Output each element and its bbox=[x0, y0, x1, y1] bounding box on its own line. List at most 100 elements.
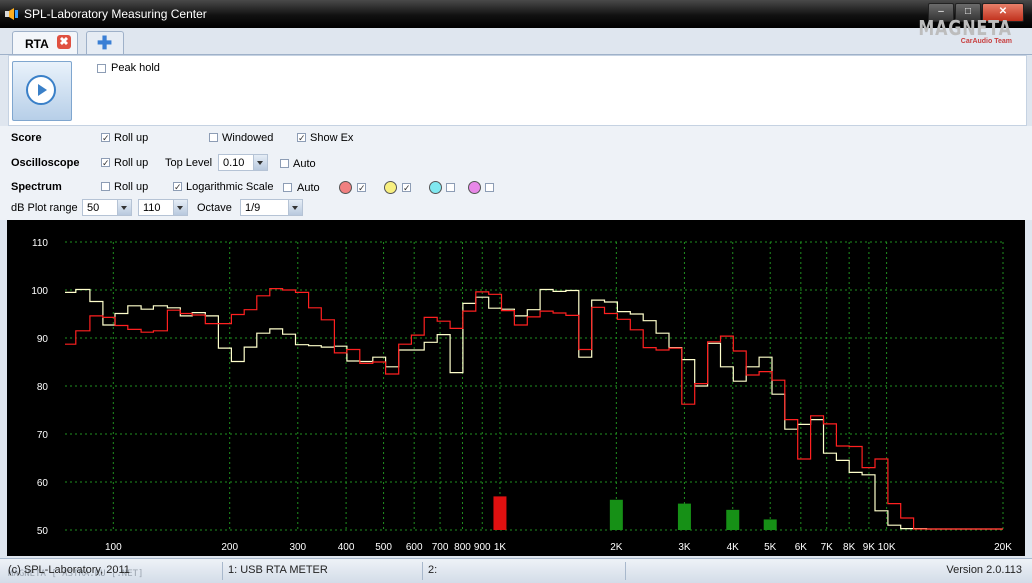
score-rollup-label: Roll up bbox=[114, 132, 149, 144]
octave-select[interactable]: 1/9 bbox=[240, 199, 303, 216]
x-tick-label: 600 bbox=[406, 542, 423, 553]
y-tick-label: 90 bbox=[37, 334, 49, 345]
chevron-down-icon bbox=[173, 200, 187, 215]
x-tick-label: 20K bbox=[994, 542, 1012, 553]
chevron-down-icon bbox=[288, 200, 302, 215]
octave-label: Octave bbox=[197, 202, 232, 214]
x-tick-label: 700 bbox=[432, 542, 449, 553]
log-scale-label: Logarithmic Scale bbox=[186, 181, 274, 193]
brand-logo: MAGNETA CarAudio Team bbox=[895, 18, 1012, 45]
log-scale-checkbox[interactable]: ✓ bbox=[173, 182, 182, 192]
play-icon bbox=[26, 75, 56, 105]
indicator-bar bbox=[677, 503, 691, 530]
close-icon[interactable]: ✖ bbox=[57, 35, 71, 49]
logo-brand: MAGNETA bbox=[918, 16, 1012, 40]
x-tick-label: 300 bbox=[289, 542, 306, 553]
status-bar: MAGNETA [ ASTRA.RU [.NET] (c) SPL-Labora… bbox=[0, 558, 1032, 583]
windowed-checkbox[interactable] bbox=[209, 133, 218, 142]
spectrum-rollup-checkbox[interactable] bbox=[101, 182, 110, 191]
osc-rollup-label: Roll up bbox=[114, 157, 149, 169]
range-max-value: 110 bbox=[143, 202, 161, 214]
plus-icon: ✚ bbox=[97, 33, 113, 53]
channel-4-checkbox[interactable] bbox=[485, 183, 494, 192]
spectrum-auto-checkbox[interactable] bbox=[283, 183, 292, 192]
spectrum-chart: 50 60 70 80 90 100 110 100 200 300 400 500 600 700 800… bbox=[31, 238, 1012, 553]
copyright-text: (c) SPL-Laboratory, 2011 bbox=[8, 564, 130, 576]
x-tick-label: 1K bbox=[494, 542, 507, 553]
channel-1-checkbox[interactable]: ✓ bbox=[357, 183, 366, 193]
indicator-bar bbox=[726, 509, 740, 530]
oscilloscope-label: Oscilloscope bbox=[11, 157, 80, 169]
octave-value: 1/9 bbox=[245, 202, 261, 214]
play-button[interactable] bbox=[12, 61, 72, 121]
oscilloscope-row: Oscilloscope ✓ Roll up Top Level 0.10 Au… bbox=[0, 151, 1032, 176]
indicator-bar bbox=[609, 499, 623, 530]
tab-rta-label: RTA bbox=[25, 37, 49, 51]
range-min-select[interactable]: 50 bbox=[82, 199, 132, 216]
y-tick-label: 80 bbox=[37, 382, 49, 393]
top-level-select[interactable]: 0.10 bbox=[218, 154, 268, 171]
x-tick-label: 3K bbox=[678, 542, 691, 553]
spectrum-plot: 50 60 70 80 90 100 110 100 200 300 400 500 600 700 800… bbox=[7, 220, 1025, 556]
top-level-value: 0.10 bbox=[223, 157, 245, 169]
x-tick-label: 100 bbox=[105, 542, 122, 553]
speaker-icon bbox=[5, 8, 18, 20]
range-min-value: 50 bbox=[87, 202, 100, 214]
score-rollup-checkbox[interactable]: ✓ bbox=[101, 133, 110, 143]
x-tick-label: 9K bbox=[863, 542, 876, 553]
indicator-bar bbox=[493, 496, 507, 530]
channel-4-color-swatch[interactable] bbox=[468, 181, 481, 194]
x-tick-label: 800 bbox=[454, 542, 471, 553]
osc-rollup-checkbox[interactable]: ✓ bbox=[101, 158, 110, 168]
peak-hold-checkbox[interactable] bbox=[97, 64, 106, 73]
y-tick-label: 100 bbox=[31, 286, 48, 297]
channel-1-color-swatch[interactable] bbox=[339, 181, 352, 194]
show-ex-label: Show Ex bbox=[310, 132, 354, 144]
title-bar: SPL-Laboratory Measuring Center – □ ✕ bbox=[0, 0, 1032, 28]
x-tick-label: 900 bbox=[474, 542, 491, 553]
version-text: Version 2.0.113 bbox=[946, 564, 1022, 576]
y-tick-label: 70 bbox=[37, 430, 49, 441]
x-tick-label: 8K bbox=[843, 542, 856, 553]
control-panel: Peak hold bbox=[8, 55, 1027, 126]
y-tick-label: 110 bbox=[32, 238, 48, 249]
channel-2-color-swatch[interactable] bbox=[384, 181, 397, 194]
spectrum-series-1 bbox=[65, 288, 1003, 530]
show-ex-checkbox[interactable]: ✓ bbox=[297, 133, 306, 143]
spectrum-label: Spectrum bbox=[11, 181, 62, 193]
osc-auto-checkbox[interactable] bbox=[280, 159, 289, 168]
spectrum-rollup-label: Roll up bbox=[114, 181, 149, 193]
channel-3-checkbox[interactable] bbox=[446, 183, 455, 192]
peak-hold-label: Peak hold bbox=[111, 62, 160, 74]
spectrum-row: Spectrum Roll up ✓ Logarithmic Scale Aut… bbox=[0, 176, 1032, 220]
spectrum-auto-label: Auto bbox=[297, 182, 320, 194]
x-tick-label: 6K bbox=[795, 542, 808, 553]
x-tick-label: 200 bbox=[221, 542, 238, 553]
x-tick-label: 500 bbox=[375, 542, 392, 553]
x-tick-label: 7K bbox=[821, 542, 834, 553]
x-tick-label: 400 bbox=[338, 542, 355, 553]
range-max-select[interactable]: 110 bbox=[138, 199, 188, 216]
indicator-bar bbox=[763, 519, 777, 530]
device-1-status: 1: USB RTA METER bbox=[228, 564, 328, 576]
window-title: SPL-Laboratory Measuring Center bbox=[24, 7, 207, 21]
channel-2-checkbox[interactable]: ✓ bbox=[402, 183, 411, 193]
score-row: Score ✓ Roll up Windowed ✓ Show Ex bbox=[0, 126, 1032, 151]
y-tick-label: 60 bbox=[37, 478, 49, 489]
x-tick-label: 4K bbox=[727, 542, 740, 553]
score-label: Score bbox=[11, 132, 42, 144]
channel-3-color-swatch[interactable] bbox=[429, 181, 442, 194]
windowed-label: Windowed bbox=[222, 132, 274, 144]
add-tab-button[interactable]: ✚ bbox=[86, 31, 124, 54]
x-tick-label: 2K bbox=[610, 542, 623, 553]
x-tick-label: 5K bbox=[764, 542, 777, 553]
db-plot-range-label: dB Plot range bbox=[11, 202, 78, 214]
chevron-down-icon bbox=[253, 155, 267, 170]
y-tick-label: 50 bbox=[37, 526, 49, 537]
device-2-status: 2: bbox=[428, 564, 438, 576]
osc-auto-label: Auto bbox=[293, 158, 316, 170]
tab-rta[interactable]: RTA ✖ bbox=[12, 31, 78, 54]
tab-strip: RTA ✖ ✚ bbox=[0, 28, 1032, 55]
chevron-down-icon bbox=[117, 200, 131, 215]
spectrum-series-2 bbox=[65, 288, 1003, 530]
